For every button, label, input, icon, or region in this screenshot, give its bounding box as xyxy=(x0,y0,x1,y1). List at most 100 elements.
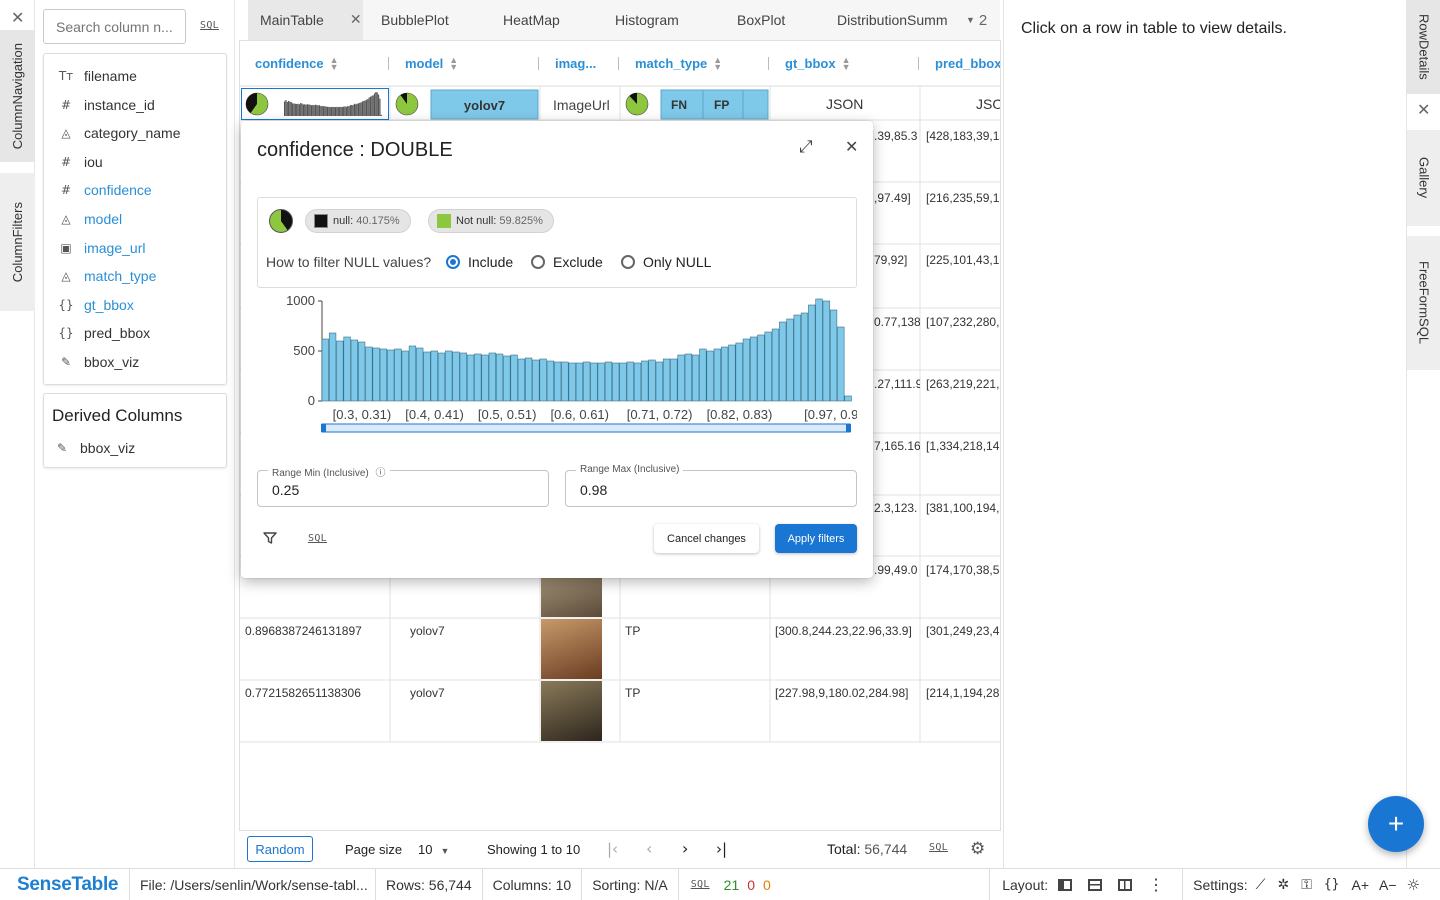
layout-left-icon[interactable] xyxy=(1058,878,1073,891)
close-tab-icon[interactable]: ✕ xyxy=(350,12,362,28)
column-item-gt-bbox[interactable]: {} gt_bbox xyxy=(58,295,133,315)
search-column-input[interactable] xyxy=(43,9,186,44)
column-header-match-type[interactable]: match_type ▲ ▼ xyxy=(635,41,722,86)
info-icon[interactable]: ⓘ xyxy=(376,468,386,479)
filter-icon[interactable] xyxy=(263,531,277,548)
row-details-message: Click on a row in table to view details. xyxy=(1021,20,1287,37)
column-header-image-url[interactable]: imag... xyxy=(555,41,596,86)
font-increase-icon[interactable]: A+ xyxy=(1352,877,1370,893)
key-icon[interactable]: ⚿ xyxy=(1301,877,1312,893)
column-item-iou[interactable]: # iou xyxy=(58,152,103,172)
histogram-bar xyxy=(684,353,692,402)
histogram-bar xyxy=(604,361,613,402)
sparkline-bar xyxy=(325,106,327,116)
tab-boxplot[interactable]: BoxPlot xyxy=(722,0,802,40)
pred-bbox-cell: [1,334,218,14 xyxy=(926,439,1000,453)
tab-histogram[interactable]: Histogram xyxy=(600,0,700,40)
brush-icon: ✎ xyxy=(56,441,68,455)
column-header-gt-bbox[interactable]: gt_bbox ▲ ▼ xyxy=(785,41,850,86)
table-sql-button[interactable]: SQL xyxy=(929,842,948,853)
tab-row-details[interactable]: RowDetails xyxy=(1407,0,1440,94)
range-max-field[interactable]: Range Max (Inclusive) 0.98 xyxy=(565,464,857,507)
prev-page-icon[interactable]: ‹ xyxy=(646,839,652,858)
row-thumbnail[interactable] xyxy=(541,619,602,679)
sort-icon[interactable]: ▲ ▼ xyxy=(713,55,722,71)
range-min-field[interactable]: Range Min (Inclusive) ⓘ 0.25 xyxy=(257,464,549,507)
tabs-overflow-menu[interactable]: ▼ 2 xyxy=(966,0,987,40)
column-item-label: filename xyxy=(84,68,137,84)
page-size-select[interactable]: 10 ▼ xyxy=(418,842,449,857)
column-item-pred-bbox[interactable]: {} pred_bbox xyxy=(58,323,150,343)
layout-split-icon[interactable] xyxy=(1118,878,1133,891)
sort-icon[interactable]: ▲ ▼ xyxy=(449,55,458,71)
column-header-pred-bbox[interactable]: pred_bbox xyxy=(935,41,1000,86)
page-size-value: 10 xyxy=(418,842,433,857)
chart-line-icon[interactable]: ⟋ xyxy=(1256,877,1266,893)
gear-icon[interactable]: ⚙ xyxy=(970,839,985,859)
sparkline-bar xyxy=(372,95,374,116)
add-fab-button[interactable]: + xyxy=(1368,796,1424,852)
first-page-icon[interactable]: |‹ xyxy=(607,840,618,858)
close-icon[interactable]: ✕ xyxy=(845,137,858,156)
column-header-confidence[interactable]: confidence ▲ ▼ xyxy=(255,41,339,86)
braces-icon[interactable]: {} xyxy=(1324,877,1340,892)
column-header-model[interactable]: model ▲ ▼ xyxy=(405,41,458,86)
sparkline-bar xyxy=(284,101,286,116)
tab-column-filters[interactable]: ColumnFilters xyxy=(0,173,35,311)
radio-only-null[interactable]: Only NULL xyxy=(621,254,711,270)
layout-table-icon[interactable] xyxy=(1088,878,1103,891)
apply-filters-button[interactable]: Apply filters xyxy=(775,524,857,553)
expand-icon[interactable]: ⤢ xyxy=(799,137,813,157)
font-decrease-icon[interactable]: A− xyxy=(1379,877,1397,893)
close-icon[interactable]: ✕ xyxy=(1417,100,1430,119)
column-item-model[interactable]: ◬ model xyxy=(58,209,122,229)
column-item-image-url[interactable]: ▣ image_url xyxy=(58,238,145,258)
dialog-sql-button[interactable]: SQL xyxy=(308,533,327,544)
sort-icon[interactable]: ▲ ▼ xyxy=(330,55,339,71)
tab-gallery[interactable]: Gallery xyxy=(1407,130,1440,226)
random-button[interactable]: Random xyxy=(247,836,313,862)
sparkline-bar xyxy=(333,107,335,116)
bug-icon[interactable]: ✲ xyxy=(1277,877,1289,893)
column-item-category-name[interactable]: ◬ category_name xyxy=(58,123,180,143)
cancel-changes-button[interactable]: Cancel changes xyxy=(654,524,759,553)
close-icon[interactable]: ✕ xyxy=(11,8,24,27)
tab-distributionsumm[interactable]: DistributionSumm xyxy=(822,0,982,40)
sql-button[interactable]: SQL xyxy=(200,20,219,31)
tab-bubbleplot[interactable]: BubblePlot xyxy=(366,0,466,40)
column-item-bbox-viz[interactable]: ✎ bbox_viz xyxy=(58,352,139,372)
column-item-instance-id[interactable]: # instance_id xyxy=(58,95,155,115)
tab-heatmap[interactable]: HeatMap xyxy=(488,0,588,40)
x-tick-label: [0.97, 0.98) xyxy=(804,407,857,422)
tab-maintable[interactable]: MainTable ✕ xyxy=(248,0,363,40)
pred-bbox-cell: [216,235,59,1 xyxy=(926,191,1000,205)
radio-include[interactable]: Include xyxy=(446,254,513,270)
radio-exclude[interactable]: Exclude xyxy=(531,254,603,270)
histogram-bar xyxy=(452,351,460,402)
next-page-icon[interactable]: › xyxy=(682,839,688,858)
derived-column-item[interactable]: ✎ bbox_viz xyxy=(54,438,135,458)
column-item-confidence[interactable]: # confidence xyxy=(58,180,152,200)
tab-column-navigation[interactable]: ColumnNavigation xyxy=(0,30,35,162)
sparkline-bar xyxy=(371,95,373,116)
row-thumbnail[interactable] xyxy=(541,681,602,741)
histogram-bar xyxy=(539,358,547,402)
more-vert-icon[interactable]: ⋮ xyxy=(1148,875,1164,894)
sparkline-bar xyxy=(361,101,364,116)
match-fn-label: FN xyxy=(671,98,687,112)
column-item-filename[interactable]: Tт filename xyxy=(58,66,137,86)
sparkline-bar xyxy=(332,106,334,116)
column-list: Tт filename # instance_id ◬ category_name # iou… xyxy=(43,53,227,385)
sparkline-bar xyxy=(356,103,358,116)
histogram-bar xyxy=(495,353,504,402)
status-sql-button[interactable]: SQL xyxy=(691,879,710,890)
null-question: How to filter NULL values? xyxy=(266,254,432,270)
last-page-icon[interactable]: ›| xyxy=(716,840,727,858)
histogram-bar xyxy=(459,352,467,402)
page-size-label: Page size xyxy=(345,842,403,857)
header-label: imag... xyxy=(555,56,597,71)
theme-icon[interactable]: ☼ xyxy=(1407,876,1420,894)
column-item-match-type[interactable]: ◬ match_type xyxy=(58,266,156,286)
sort-icon[interactable]: ▲ ▼ xyxy=(842,55,851,71)
tab-free-form-sql[interactable]: FreeFormSQL xyxy=(1407,236,1440,370)
